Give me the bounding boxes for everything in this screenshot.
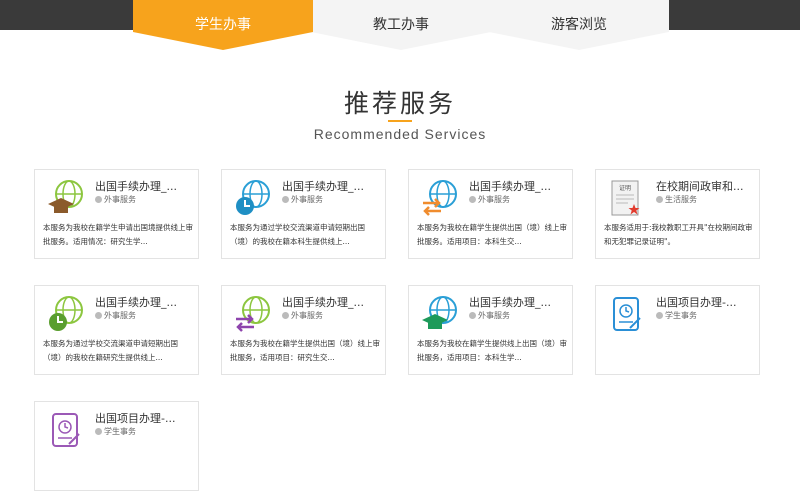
service-category: 外事服务 [469,194,510,205]
service-card[interactable]: 出国手续办理_... 外事服务 本服务为我校在籍学生提供线上出国（境）审批服务，… [408,285,573,375]
service-category: 外事服务 [282,310,323,321]
project-document-icon [52,413,80,447]
service-card[interactable]: 出国手续办理_... 外事服务 本服务为我校在籍学生提供出国（境）线上审批服务，… [221,285,386,375]
service-description: 本服务为我校在籍学生提供线上出国（境）审批服务，适用项目：本科生学... [417,339,567,362]
graduation-cap-globe-icon [48,180,83,213]
service-category: 外事服务 [95,194,136,205]
service-category-label: 外事服务 [291,311,323,320]
service-description [43,453,193,481]
service-description: 本服务为我校在籍学生提供出国（境）线上审批服务，适用项目：研究生交... [230,339,380,362]
service-description: 本服务为我校在籍学生提供出国（境）线上审批服务。适用项目：本科生交... [417,223,567,246]
tab-staff-label: 教工办事 [373,17,429,33]
service-category-label: 外事服务 [478,195,510,204]
exchange-arrows-globe-icon [236,296,270,332]
service-category-label: 外事服务 [478,311,510,320]
service-name: 在校期间政审和... [656,180,744,193]
service-category: 生活服务 [656,194,697,205]
section-subtitle: Recommended Services [313,126,487,142]
service-card[interactable]: 出国手续办理_... 外事服务 本服务为通过学校交流渠道申请短期出国（境）的我校… [34,285,199,375]
user-icon [656,196,663,203]
user-icon [95,196,102,203]
service-description [604,337,754,365]
service-card[interactable]: 出国手续办理_... 外事服务 本服务为我校在籍学生申请出国境提供线上审批服务。… [34,169,199,259]
service-card[interactable]: 出国手续办理_... 外事服务 本服务为我校在籍学生提供出国（境）线上审批服务。… [408,169,573,259]
service-category: 外事服务 [282,194,323,205]
tab-student-label: 学生办事 [195,17,251,33]
service-description: 本服务为我校在籍学生申请出国境提供线上审批服务。适用情况：研究生学... [43,223,193,246]
tab-staff[interactable]: 教工办事 [311,0,491,50]
user-icon [656,312,663,319]
service-category-label: 外事服务 [104,195,136,204]
service-category-label: 生活服务 [665,195,697,204]
graduation-cap-globe-icon [422,296,457,329]
tab-student[interactable]: 学生办事 [133,0,313,50]
service-category-label: 学生事务 [104,427,136,436]
role-tabs: 学生办事 教工办事 游客浏览 [133,0,669,50]
certificate-stamp-text: 证明 [619,185,631,192]
service-card[interactable]: 证明 在校期间政审和... 生活服务 本服务适用于:我校教职工开具"在校期间政审… [595,169,760,259]
user-icon [282,196,289,203]
service-category: 外事服务 [95,310,136,321]
service-category: 学生事务 [95,426,136,437]
service-card[interactable]: 出国项目办理-... 学生事务 [34,401,199,491]
service-category-label: 学生事务 [665,311,697,320]
service-name: 出国手续办理_... [95,296,177,309]
user-icon [282,312,289,319]
service-name: 出国项目办理-... [656,296,737,309]
service-description: 本服务为通过学校交流渠道申请短期出国（境）的我校在籍研究生提供线上... [43,339,178,362]
service-category-label: 外事服务 [104,311,136,320]
service-name: 出国手续办理_... [282,296,364,309]
user-icon [469,196,476,203]
service-category: 外事服务 [469,310,510,321]
user-icon [95,428,102,435]
tab-visitor[interactable]: 游客浏览 [489,0,669,50]
service-name: 出国项目办理-... [95,412,176,425]
service-description: 本服务为通过学校交流渠道申请短期出国（境）的我校在籍本科生提供线上... [230,223,365,246]
service-name: 出国手续办理_... [469,180,551,193]
title-underline [388,120,412,122]
tab-visitor-label: 游客浏览 [551,17,607,33]
clock-globe-icon [236,180,270,215]
exchange-arrows-globe-icon [423,180,457,216]
service-card[interactable]: 出国手续办理_... 外事服务 本服务为通过学校交流渠道申请短期出国（境）的我校… [221,169,386,259]
service-description: 本服务适用于:我校教职工开具"在校期间政审和无犯罪记录证明"。 [604,223,753,246]
service-name: 出国手续办理_... [95,180,177,193]
service-name: 出国手续办理_... [469,296,551,309]
certificate-icon: 证明 [611,180,640,216]
service-name: 出国手续办理_... [282,180,364,193]
user-icon [469,312,476,319]
clock-globe-icon [49,296,83,331]
user-icon [95,312,102,319]
project-document-icon [613,297,641,331]
service-category: 学生事务 [656,310,697,321]
service-category-label: 外事服务 [291,195,323,204]
service-card[interactable]: 出国项目办理-... 学生事务 [595,285,760,375]
section-title: 推荐服务 [343,89,456,118]
